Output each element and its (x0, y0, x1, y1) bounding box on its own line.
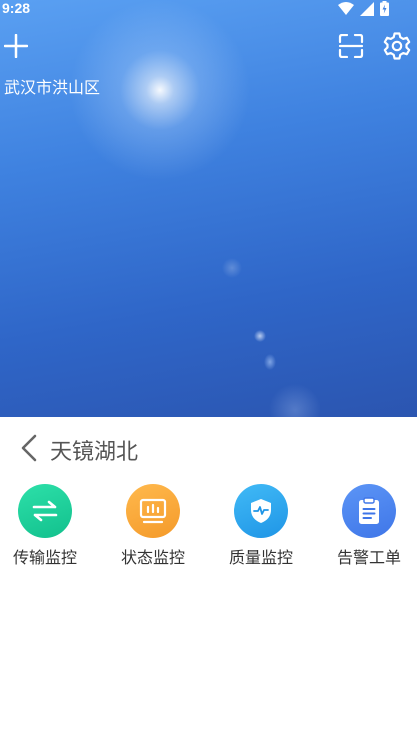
menu-label: 告警工单 (336, 548, 401, 567)
menu-label: 状态监控 (120, 548, 185, 567)
settings-button[interactable] (382, 31, 412, 65)
clipboard-icon (359, 497, 379, 524)
function-menu: 传输监控 状态监控 质量监控 告警工单 (0, 484, 417, 574)
signal-icon (360, 1, 374, 16)
transfer-arrows-icon (32, 500, 58, 522)
menu-icon-bg (234, 484, 288, 538)
shield-pulse-icon (251, 499, 271, 523)
menu-icon-bg (342, 484, 396, 538)
chevron-left-icon (21, 434, 37, 462)
plus-icon (3, 33, 29, 59)
scan-button[interactable] (338, 33, 364, 62)
menu-item-transfer-monitor[interactable]: 传输监控 (0, 484, 95, 568)
add-button[interactable] (3, 33, 29, 62)
status-icons (338, 1, 389, 16)
weather-background (0, 0, 417, 417)
status-time: 9:28 (2, 0, 31, 16)
menu-item-status-monitor[interactable]: 状态监控 (103, 484, 203, 568)
gear-icon (383, 32, 411, 60)
menu-item-alarm-ticket[interactable]: 告警工单 (319, 484, 417, 568)
battery-icon (380, 1, 389, 16)
menu-icon-bg (18, 484, 72, 538)
menu-label: 传输监控 (12, 548, 77, 567)
status-bar: 9:28 (0, 0, 417, 18)
panel-header: 天镜湖北 (0, 420, 417, 476)
monitor-icon (139, 498, 167, 524)
panel-title: 天镜湖北 (50, 440, 139, 465)
scan-icon (338, 33, 364, 59)
menu-label: 质量监控 (228, 548, 293, 567)
wifi-icon (338, 1, 354, 15)
menu-icon-bg (126, 484, 180, 538)
back-button[interactable] (18, 434, 42, 462)
menu-item-quality-monitor[interactable]: 质量监控 (211, 484, 311, 568)
location-label: 武汉市洪山区 (4, 78, 101, 97)
